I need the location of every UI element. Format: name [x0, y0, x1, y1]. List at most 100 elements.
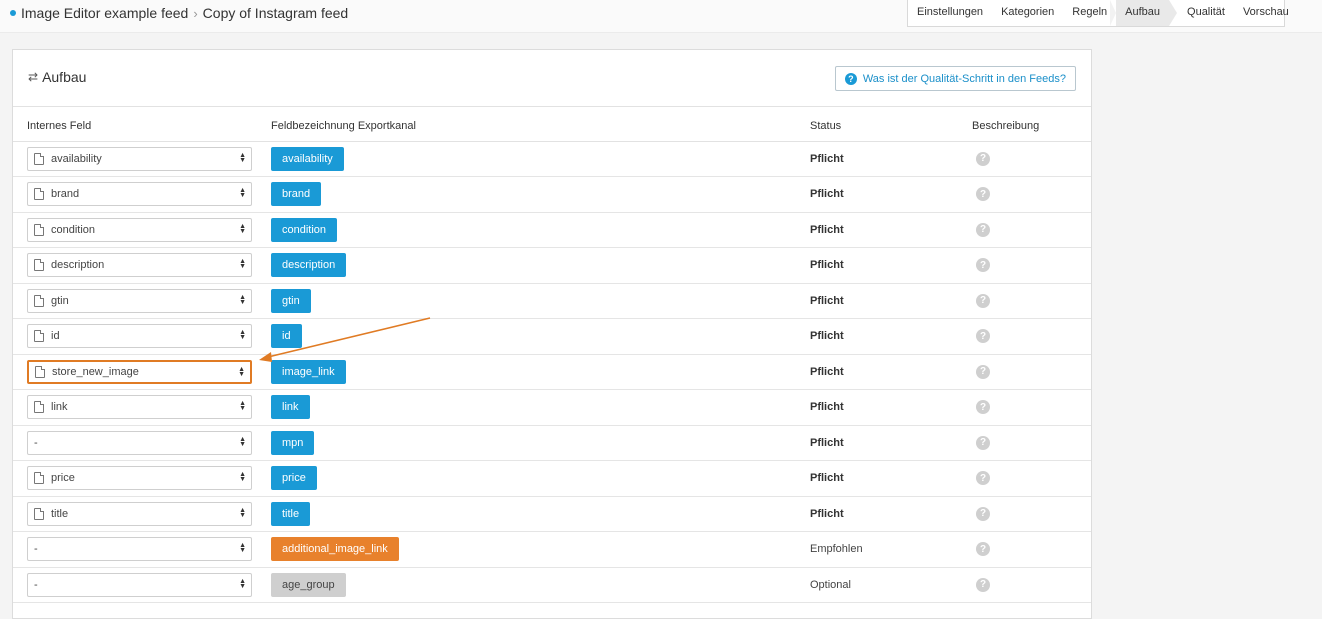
export-field-tag[interactable]: title — [271, 501, 311, 526]
help-question-icon[interactable]: ? — [976, 293, 990, 308]
panel-header: ⇄ Aufbau ? Was ist der Qualität-Schritt … — [13, 50, 1091, 107]
internal-field-select[interactable]: gtin ▲ ▼ — [27, 288, 252, 313]
table-row: gtin ▲ ▼ gtin Pflicht? — [13, 283, 1091, 319]
document-icon — [34, 294, 44, 307]
export-field-tag[interactable]: link — [271, 395, 310, 420]
internal-field-select[interactable]: link ▲ ▼ — [27, 395, 252, 420]
internal-field-value: - — [34, 578, 38, 591]
internal-field-value: condition — [51, 223, 96, 236]
export-cell: id — [271, 319, 810, 355]
description-cell: ? — [972, 425, 1091, 461]
column-header-export: Feldbezeichnung Exportkanal — [271, 107, 810, 142]
sort-arrows-icon: ▲ ▼ — [239, 506, 246, 519]
table-row: - ▲ ▼ age_group Optional? — [13, 567, 1091, 603]
description-cell: ? — [972, 141, 1091, 177]
help-question-icon[interactable]: ? — [976, 400, 990, 415]
description-cell: ? — [972, 319, 1091, 355]
internal-cell: price ▲ ▼ — [13, 461, 271, 497]
sort-arrows-icon: ▲ ▼ — [239, 577, 246, 590]
export-cell: condition — [271, 212, 810, 248]
internal-cell: condition ▲ ▼ — [13, 212, 271, 248]
step-regeln[interactable]: Regeln — [1063, 0, 1117, 26]
table-row: link ▲ ▼ link Pflicht? — [13, 390, 1091, 426]
help-question-icon[interactable]: ? — [976, 364, 990, 379]
internal-field-select[interactable]: description ▲ ▼ — [27, 253, 252, 278]
sort-arrows-icon: ▲ ▼ — [238, 365, 245, 378]
help-question-icon[interactable]: ? — [976, 471, 990, 486]
table-row: store_new_image ▲ ▼ image_link Pflicht? — [13, 354, 1091, 390]
status-cell: Pflicht — [810, 141, 972, 177]
description-cell: ? — [972, 212, 1091, 248]
export-field-tag[interactable]: price — [271, 466, 317, 491]
export-cell: link — [271, 390, 810, 426]
internal-cell: id ▲ ▼ — [13, 319, 271, 355]
export-cell: availability — [271, 141, 810, 177]
help-question-icon[interactable]: ? — [976, 329, 990, 344]
export-field-tag[interactable]: image_link — [271, 359, 346, 384]
export-field-tag[interactable]: mpn — [271, 430, 315, 455]
internal-field-select[interactable]: availability ▲ ▼ — [27, 146, 252, 171]
internal-field-select[interactable]: price ▲ ▼ — [27, 466, 252, 491]
internal-field-select[interactable]: - ▲ ▼ — [27, 537, 252, 562]
internal-field-select[interactable]: - ▲ ▼ — [27, 430, 252, 455]
page-title: ⇄ Aufbau — [28, 69, 86, 85]
internal-cell: availability ▲ ▼ — [13, 141, 271, 177]
document-icon — [34, 401, 44, 414]
export-field-tag[interactable]: condition — [271, 217, 338, 242]
internal-field-select[interactable]: id ▲ ▼ — [27, 324, 252, 349]
document-icon — [34, 152, 44, 165]
export-field-tag[interactable]: gtin — [271, 288, 311, 313]
breadcrumb-current: Copy of Instagram feed — [202, 5, 349, 21]
step-einstellungen[interactable]: Einstellungen — [908, 0, 992, 26]
document-icon — [35, 365, 45, 378]
help-question-icon[interactable]: ? — [976, 151, 990, 166]
export-field-tag[interactable]: id — [271, 324, 302, 349]
description-cell: ? — [972, 567, 1091, 603]
help-question-icon[interactable]: ? — [976, 258, 990, 273]
step-kategorien[interactable]: Kategorien — [992, 0, 1063, 26]
sort-arrows-icon: ▲ ▼ — [239, 329, 246, 342]
status-text: Pflicht — [810, 152, 844, 165]
internal-field-select[interactable]: store_new_image ▲ ▼ — [27, 359, 252, 384]
help-question-icon[interactable]: ? — [976, 577, 990, 592]
structure-panel: ⇄ Aufbau ? Was ist der Qualität-Schritt … — [12, 49, 1092, 619]
description-cell: ? — [972, 177, 1091, 213]
export-field-tag[interactable]: brand — [271, 182, 322, 207]
export-field-tag[interactable]: description — [271, 253, 347, 278]
swap-arrows-icon: ⇄ — [28, 70, 39, 84]
help-question-icon[interactable]: ? — [976, 542, 990, 557]
internal-field-value: description — [51, 259, 105, 272]
breadcrumb-feed[interactable]: Image Editor example feed — [21, 5, 188, 21]
step-navigation: Einstellungen Kategorien Regeln Aufbau Q… — [907, 0, 1289, 27]
export-cell: brand — [271, 177, 810, 213]
table-row: price ▲ ▼ price Pflicht? — [13, 461, 1091, 497]
quality-help-button[interactable]: ? Was ist der Qualität-Schritt in den Fe… — [834, 66, 1076, 91]
table-row: - ▲ ▼ additional_image_link Empfohlen? — [13, 532, 1091, 567]
export-field-tag[interactable]: age_group — [271, 572, 346, 597]
help-question-icon[interactable]: ? — [976, 222, 990, 237]
column-header-description: Beschreibung — [972, 107, 1091, 142]
step-aufbau[interactable]: Aufbau — [1116, 0, 1177, 26]
field-mapping-table: Internes Feld Feldbezeichnung Exportkana… — [13, 107, 1091, 603]
step-qualitaet[interactable]: Qualität — [1169, 0, 1234, 26]
help-question-icon[interactable]: ? — [976, 435, 990, 450]
export-field-tag[interactable]: availability — [271, 146, 344, 171]
export-cell: gtin — [271, 283, 810, 319]
description-cell: ? — [972, 390, 1091, 426]
export-field-tag[interactable]: additional_image_link — [271, 537, 399, 562]
internal-field-select[interactable]: condition ▲ ▼ — [27, 217, 252, 242]
sort-arrows-icon: ▲ ▼ — [239, 222, 246, 235]
step-vorschau[interactable]: Vorschau — [1234, 0, 1298, 26]
help-question-icon[interactable]: ? — [976, 506, 990, 521]
help-question-icon[interactable]: ? — [976, 187, 990, 202]
internal-field-select[interactable]: title ▲ ▼ — [27, 501, 252, 526]
status-text: Pflicht — [810, 188, 844, 201]
sort-arrows-icon: ▲ ▼ — [239, 293, 246, 306]
description-cell: ? — [972, 283, 1091, 319]
internal-field-select[interactable]: brand ▲ ▼ — [27, 182, 252, 207]
internal-field-select[interactable]: - ▲ ▼ — [27, 572, 252, 597]
internal-field-value: price — [51, 472, 75, 485]
internal-cell: - ▲ ▼ — [13, 567, 271, 603]
status-cell: Pflicht — [810, 390, 972, 426]
status-cell: Pflicht — [810, 425, 972, 461]
